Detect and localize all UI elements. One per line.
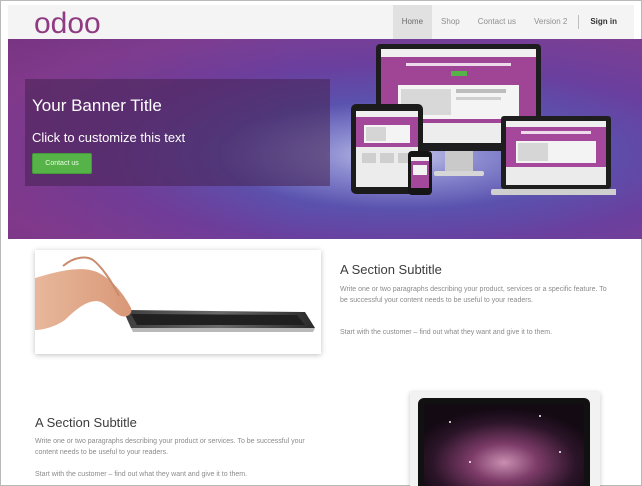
banner-title: Your Banner Title <box>32 96 162 115</box>
section-subtitle: A Section Subtitle <box>340 262 442 277</box>
menu-item-home[interactable]: Home <box>392 5 433 39</box>
section-paragraph: Start with the customer – find out what … <box>35 471 248 478</box>
monitor-galaxy-image <box>410 392 600 486</box>
laptop-icon <box>491 116 616 195</box>
hero-banner: Your Banner Title Click to customize thi… <box>8 39 642 239</box>
section-paragraph: Write one or two paragraphs describing y… <box>35 438 305 456</box>
svg-text:odoo: odoo <box>34 7 101 37</box>
section-paragraph: Write one or two paragraphs describing y… <box>340 286 607 304</box>
hand-holding-tablet-illustration <box>35 256 315 332</box>
sign-in-link[interactable]: Sign in <box>581 5 626 39</box>
banner-caption-box: Your Banner Title Click to customize thi… <box>25 79 330 186</box>
contact-us-button[interactable]: Contact us <box>32 153 92 174</box>
menu-item-version-2[interactable]: Version 2 <box>525 5 576 39</box>
top-navbar: odoo Home Shop Contact us Version 2 Sign… <box>8 5 634 40</box>
menu-item-contact-us[interactable]: Contact us <box>469 5 525 39</box>
tablet-hand-image <box>35 250 321 354</box>
banner-text: Click to customize this text <box>32 130 186 145</box>
section-paragraph: Start with the customer – find out what … <box>340 329 553 336</box>
odoo-logo[interactable]: odoo <box>34 7 144 37</box>
phone-icon <box>408 151 432 195</box>
galaxy-monitor-illustration <box>418 398 590 486</box>
menu-item-shop[interactable]: Shop <box>432 5 469 39</box>
menu-divider <box>578 15 580 29</box>
section-subtitle: A Section Subtitle <box>35 415 137 430</box>
main-menu: Home Shop Contact us Version 2 Sign in <box>392 5 626 39</box>
responsive-devices-illustration <box>351 44 616 195</box>
